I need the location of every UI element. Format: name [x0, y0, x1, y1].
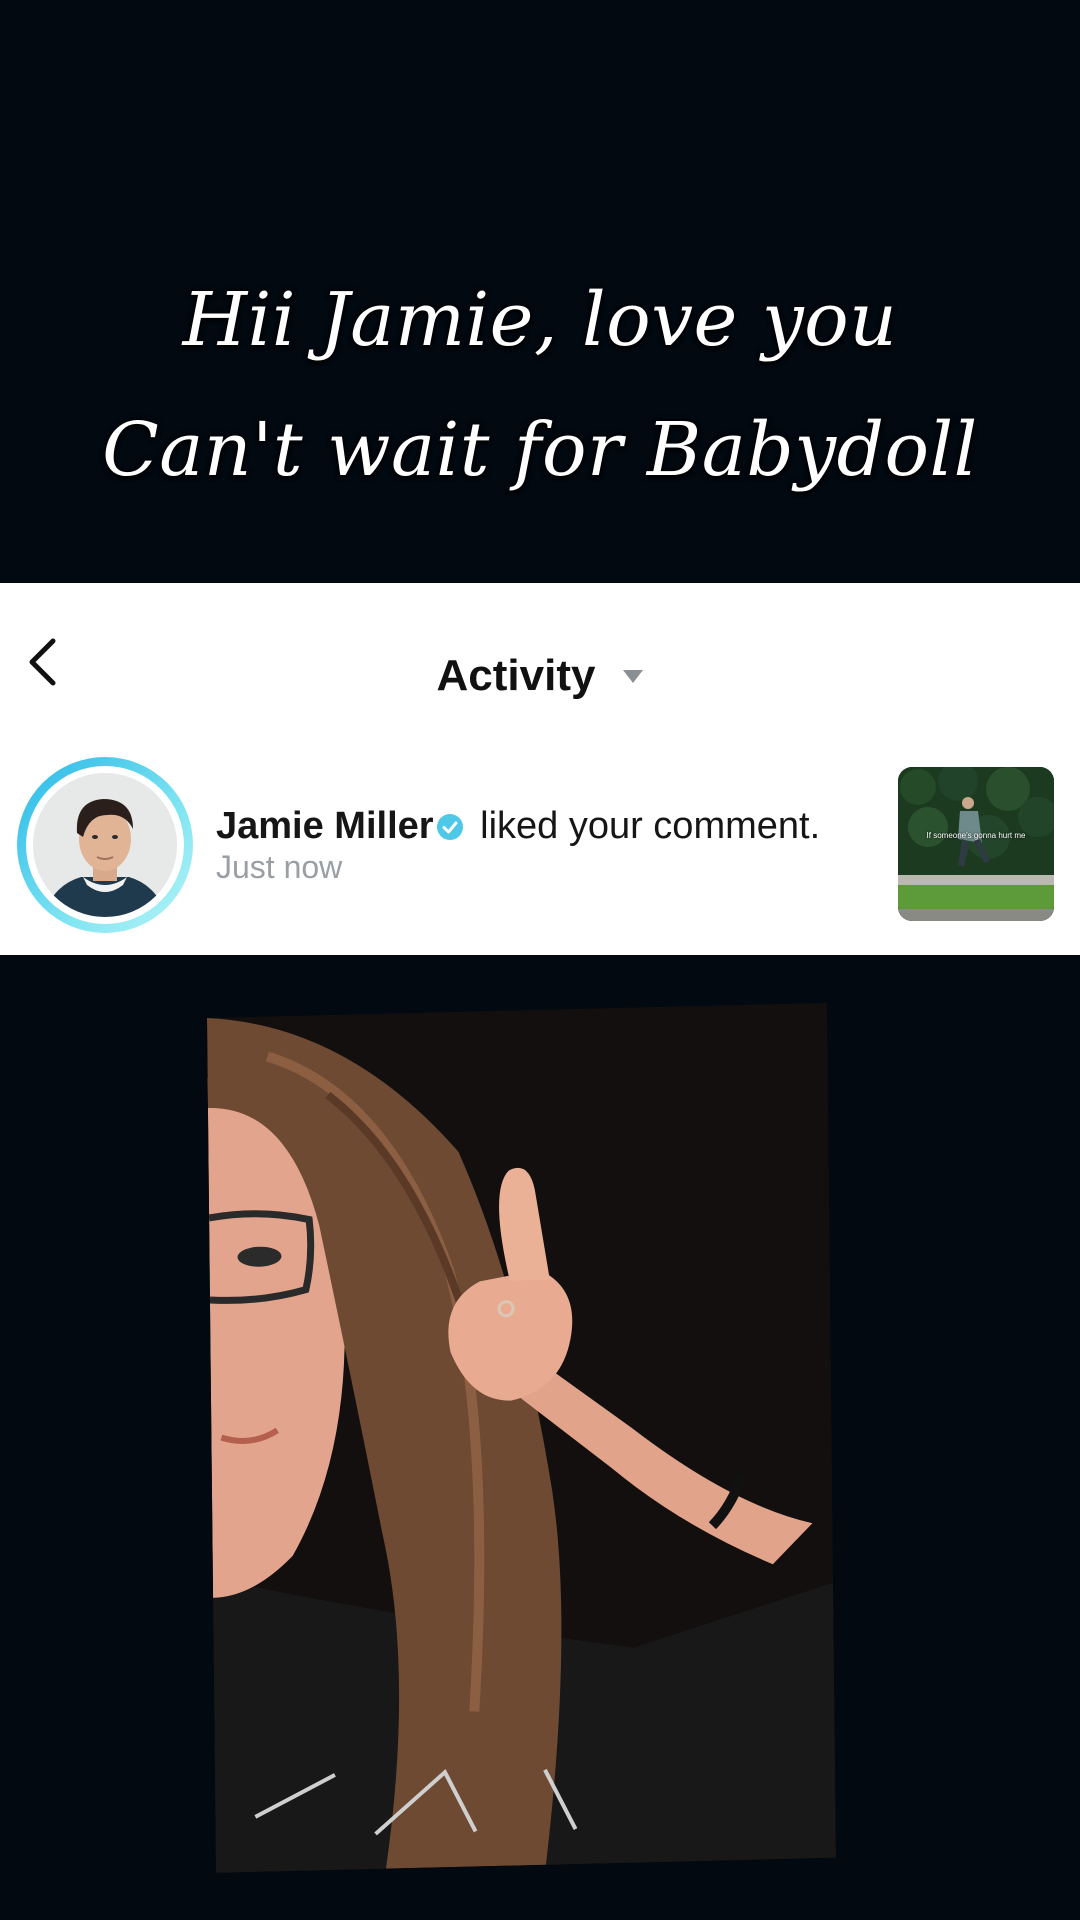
avatar-portrait [33, 773, 177, 917]
video-thumbnail[interactable]: If someone's gonna hurt me [898, 767, 1054, 921]
overlay-caption: Hii Jamie, love you Can't wait for Babyd… [0, 255, 1080, 515]
avatar-photo [33, 773, 177, 917]
notification-text: Jamie Miller liked your comment. [216, 805, 820, 848]
video-frame [207, 1002, 836, 1873]
notification-action: liked your comment. [469, 805, 821, 847]
avatar[interactable] [17, 757, 193, 933]
caption-line-1: Hii Jamie, love you [182, 277, 898, 363]
page-title: Activity [436, 651, 596, 700]
verified-badge-icon [436, 814, 463, 840]
timestamp: Just now [216, 849, 343, 885]
caption-line-2: Can't wait for Babydoll [102, 407, 978, 493]
activity-card: Activity Jamie Miller liked your comment… [0, 583, 1080, 955]
person-photo [207, 1002, 836, 1873]
thumbnail-caption: If someone's gonna hurt me [926, 831, 1026, 840]
avatar-ring-gap [26, 766, 184, 924]
dropdown-caret-icon[interactable] [623, 669, 644, 683]
header: Activity [0, 651, 1080, 701]
username-link[interactable]: Jamie Miller [216, 805, 434, 847]
thumbnail-image [898, 767, 1054, 921]
